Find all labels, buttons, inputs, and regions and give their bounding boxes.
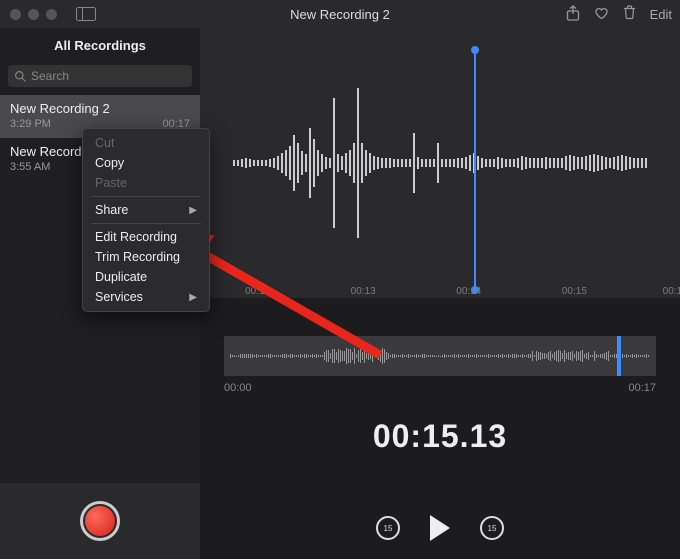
record-button[interactable] bbox=[80, 501, 120, 541]
ctx-cut: Cut bbox=[83, 133, 209, 153]
record-button-wrap bbox=[0, 483, 200, 559]
recording-title: New Recording 2 bbox=[10, 101, 190, 116]
window-traffic-lights bbox=[0, 9, 57, 20]
ctx-duplicate[interactable]: Duplicate bbox=[83, 267, 209, 287]
ctx-trim-recording[interactable]: Trim Recording bbox=[83, 247, 209, 267]
scrub-times: 00:00 00:17 bbox=[224, 382, 656, 394]
close-window-dot[interactable] bbox=[10, 9, 21, 20]
playback-controls: 15 15 bbox=[200, 515, 680, 541]
recording-time: 3:29 PM bbox=[10, 118, 51, 130]
titlebar: New Recording 2 Edit bbox=[0, 0, 680, 28]
chevron-right-icon: ▶ bbox=[189, 292, 197, 303]
ctx-paste: Paste bbox=[83, 173, 209, 193]
skip-forward-button[interactable]: 15 bbox=[480, 516, 504, 540]
ruler-tick: 00:13 bbox=[351, 286, 376, 297]
search-input[interactable]: Search bbox=[8, 65, 192, 87]
search-icon bbox=[14, 70, 27, 83]
context-menu: Cut Copy Paste Share▶ Edit Recording Tri… bbox=[82, 128, 210, 312]
chevron-right-icon: ▶ bbox=[189, 205, 197, 216]
main-panel: 00:12 00:13 00:14 00:15 00:16 00:00 00:1… bbox=[200, 28, 680, 559]
scrub-waveform bbox=[230, 347, 650, 365]
playhead[interactable] bbox=[474, 50, 476, 290]
time-ruler: 00:12 00:13 00:14 00:15 00:16 bbox=[200, 286, 680, 302]
ctx-separator bbox=[91, 196, 201, 197]
current-time: 00:15.13 bbox=[200, 418, 680, 455]
search-placeholder: Search bbox=[31, 69, 69, 83]
scrub-track[interactable] bbox=[224, 336, 656, 376]
ctx-edit-recording[interactable]: Edit Recording bbox=[83, 227, 209, 247]
ctx-copy[interactable]: Copy bbox=[83, 153, 209, 173]
ctx-share[interactable]: Share▶ bbox=[83, 200, 209, 220]
play-button[interactable] bbox=[430, 515, 450, 541]
skip-back-button[interactable]: 15 bbox=[376, 516, 400, 540]
ruler-tick: 00:16 bbox=[663, 286, 680, 297]
minimize-window-dot[interactable] bbox=[28, 9, 39, 20]
waveform bbox=[200, 73, 680, 253]
ruler-tick: 00:14 bbox=[456, 286, 481, 297]
ctx-services[interactable]: Services▶ bbox=[83, 287, 209, 307]
zoom-window-dot[interactable] bbox=[46, 9, 57, 20]
ruler-tick: 00:12 bbox=[245, 286, 270, 297]
waveform-area[interactable] bbox=[200, 28, 680, 298]
scrub-end: 00:17 bbox=[628, 382, 656, 394]
ctx-separator bbox=[91, 223, 201, 224]
sidebar-toggle-icon[interactable] bbox=[75, 6, 97, 22]
window-title: New Recording 2 bbox=[290, 7, 390, 22]
edit-button[interactable]: Edit bbox=[650, 7, 672, 22]
sidebar-header: All Recordings bbox=[0, 28, 200, 63]
trash-icon[interactable] bbox=[623, 5, 636, 23]
recording-time: 3:55 AM bbox=[10, 161, 50, 173]
share-icon[interactable] bbox=[566, 5, 580, 24]
favorite-icon[interactable] bbox=[594, 6, 609, 23]
scrub-playhead[interactable] bbox=[617, 336, 621, 376]
scrub-start: 00:00 bbox=[224, 382, 252, 394]
ruler-tick: 00:15 bbox=[562, 286, 587, 297]
